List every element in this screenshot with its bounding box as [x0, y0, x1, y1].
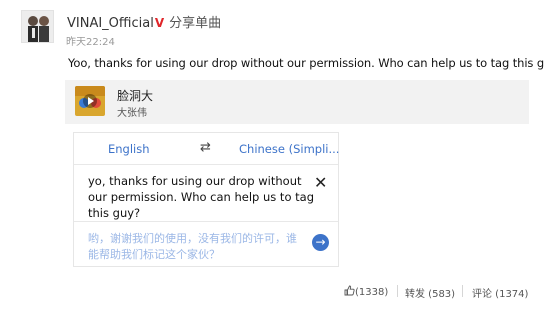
like-count: (1338) [355, 287, 389, 298]
swap-arrows-icon[interactable]: ⇄ [200, 140, 211, 155]
music-card[interactable]: 脸洞大 大张伟 [65, 80, 529, 124]
album-cover[interactable] [75, 86, 105, 116]
close-icon[interactable]: ✕ [314, 173, 327, 192]
avatar[interactable] [21, 10, 54, 43]
like-button[interactable]: (1338) [344, 285, 388, 298]
thumbs-up-icon [344, 285, 355, 296]
song-title[interactable]: 脸洞大 [117, 87, 153, 104]
target-language-tab[interactable]: Chinese (Simpli... [239, 142, 339, 156]
repost-button[interactable]: 转发 (583) [405, 285, 455, 300]
post-text: Yoo, thanks for using our drop without o… [68, 56, 544, 70]
translated-text: 哟，谢谢我们的使用，没有我们的许可，谁能帮助我们标记这个家伙？ [88, 232, 297, 261]
verified-badge-icon: V [154, 16, 165, 30]
translate-panel: English ⇄ Chinese (Simpli... yo, thanks … [73, 132, 339, 267]
separator [462, 285, 463, 297]
separator [397, 285, 398, 297]
go-arrow-icon[interactable]: → [312, 234, 329, 251]
song-artist[interactable]: 大张伟 [117, 104, 147, 119]
source-language-tab[interactable]: English [108, 142, 150, 156]
username-link[interactable]: VINAI_Official [67, 16, 154, 31]
divider [74, 221, 338, 222]
timestamp[interactable]: 昨天22:24 [66, 33, 115, 48]
source-text-field[interactable]: yo, thanks for using our drop without ou… [88, 173, 318, 221]
post-header: VINAI_OfficialV 分享单曲 [67, 12, 221, 31]
divider [74, 164, 338, 165]
comment-button[interactable]: 评论 (1374) [472, 285, 528, 300]
share-label: 分享单曲 [169, 16, 222, 31]
